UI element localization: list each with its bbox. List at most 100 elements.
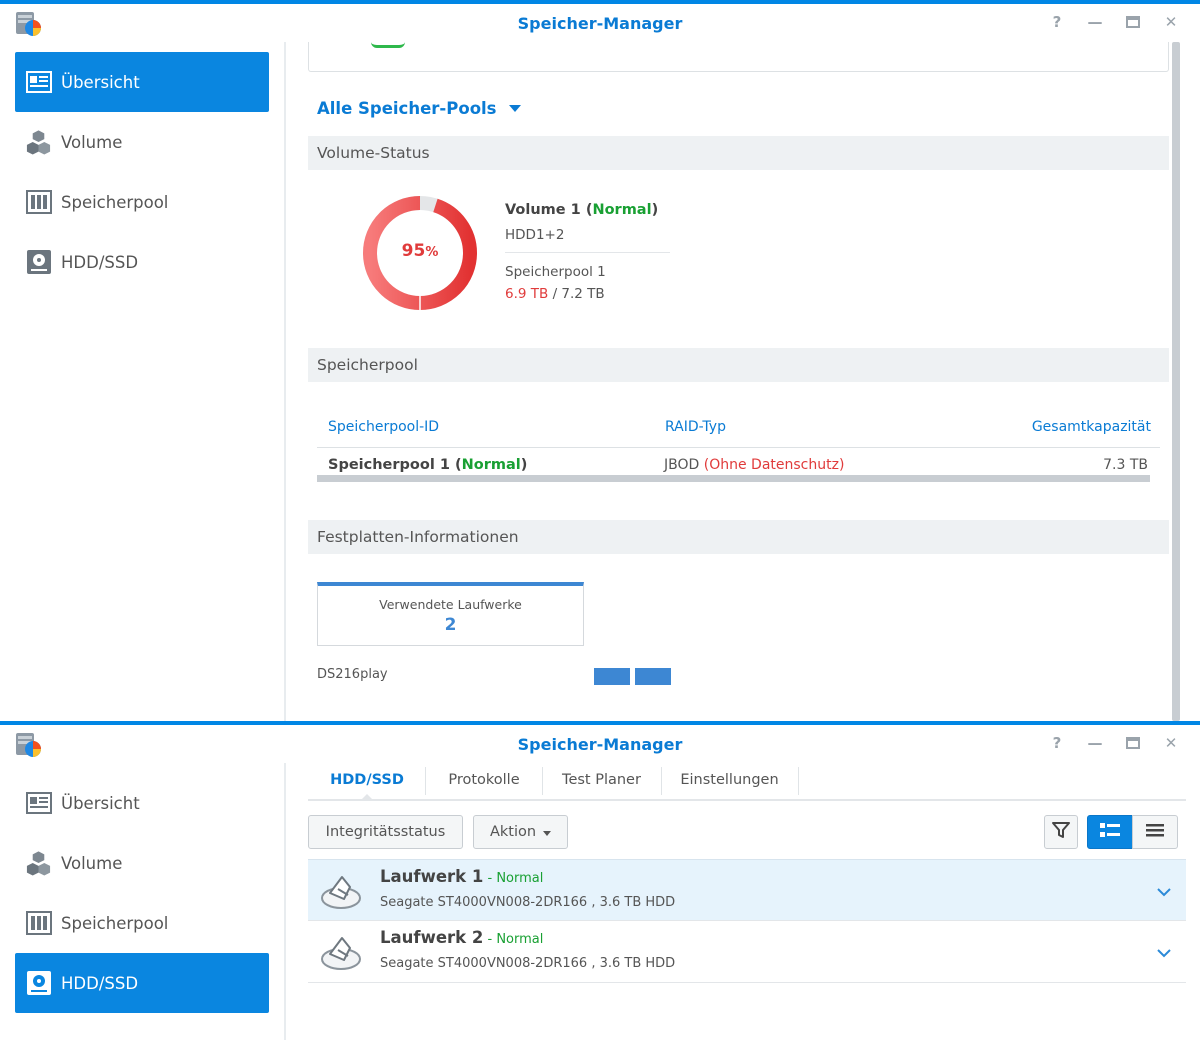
- sidebar-item-hdd-ssd[interactable]: HDD/SSD: [15, 232, 269, 292]
- drive-row-2[interactable]: Laufwerk 2 - Normal Seagate ST4000VN008-…: [308, 921, 1186, 983]
- volume-cubes-icon: [25, 850, 52, 877]
- sidebar-item-volume[interactable]: Volume: [15, 833, 269, 893]
- usage-percent: 95%: [401, 241, 439, 261]
- storage-manager-window-hdd: Speicher-Manager ? — ✕ Übersicht Volume: [0, 721, 1200, 1040]
- tab-logs[interactable]: Protokolle: [426, 763, 542, 797]
- sidebar: Übersicht Volume Speicherpool HDD/SSD: [0, 42, 286, 721]
- used-drives-card: Verwendete Laufwerke 2: [317, 582, 584, 646]
- drive-icon: [320, 871, 362, 915]
- maximize-icon[interactable]: [1124, 13, 1142, 31]
- integrity-status-button[interactable]: Integritätsstatus: [308, 815, 463, 849]
- sidebar-item-overview[interactable]: Übersicht: [15, 773, 269, 833]
- sidebar-item-overview[interactable]: Übersicht: [15, 52, 269, 112]
- health-card-remnant: [308, 42, 1169, 72]
- overview-main: Alle Speicher-Pools Volume-Status 95% Vo…: [288, 42, 1200, 721]
- drive-bay-1[interactable]: [594, 668, 630, 685]
- table-divider: [317, 447, 1160, 448]
- pool-filter-dropdown[interactable]: Alle Speicher-Pools: [317, 99, 521, 118]
- caret-down-icon: [508, 105, 521, 112]
- sidebar-item-label: Übersicht: [61, 793, 140, 813]
- view-list-toggle[interactable]: [1132, 815, 1178, 849]
- pool-row-name: Speicherpool 1 (Normal): [328, 457, 528, 473]
- sidebar-item-label: Übersicht: [61, 72, 140, 92]
- sidebar-item-label: Volume: [61, 132, 123, 152]
- maximize-icon[interactable]: [1124, 734, 1142, 752]
- overview-icon: [25, 790, 52, 817]
- storage-pool-header: Speicherpool: [308, 348, 1169, 382]
- sidebar: Übersicht Volume Speicherpool HDD/SSD: [0, 763, 286, 1040]
- sidebar-item-volume[interactable]: Volume: [15, 112, 269, 172]
- tab-separator: [798, 767, 799, 795]
- window-title: Speicher-Manager: [517, 735, 683, 754]
- tab-settings[interactable]: Einstellungen: [661, 763, 798, 797]
- filter-icon: [1051, 820, 1071, 844]
- chevron-down-icon[interactable]: [1156, 882, 1172, 901]
- sidebar-item-label: Speicherpool: [61, 192, 169, 212]
- tab-hdd-ssd[interactable]: HDD/SSD: [308, 763, 426, 797]
- volume-state: Normal: [592, 202, 652, 218]
- scrollbar[interactable]: [1172, 42, 1180, 721]
- volume-used: 6.9 TB: [505, 286, 549, 302]
- sidebar-item-label: Speicherpool: [61, 913, 169, 933]
- sidebar-item-label: HDD/SSD: [61, 973, 139, 993]
- storage-pool-icon: [25, 189, 52, 216]
- health-indicator-arc: [371, 42, 405, 48]
- window-title: Speicher-Manager: [517, 14, 683, 33]
- drive-name: Laufwerk 2 - Normal: [380, 928, 544, 947]
- hdd-icon: [25, 970, 52, 997]
- drive-icon: [320, 932, 362, 976]
- minimize-icon[interactable]: —: [1086, 13, 1104, 31]
- list-lines-icon: [1145, 822, 1165, 842]
- volume-capacity: 6.9 TB / 7.2 TB: [505, 286, 605, 302]
- pool-row-capacity: 7.3 TB: [1103, 457, 1148, 473]
- tab-test-scheduler[interactable]: Test Planer: [542, 763, 661, 797]
- close-icon[interactable]: ✕: [1162, 13, 1180, 31]
- sidebar-item-label: Volume: [61, 853, 123, 873]
- minimize-icon[interactable]: —: [1086, 734, 1104, 752]
- volume-status-header: Volume-Status: [308, 136, 1169, 170]
- action-dropdown-button[interactable]: Aktion: [473, 815, 568, 849]
- hdd-icon: [25, 249, 52, 276]
- disk-info-header: Festplatten-Informationen: [308, 520, 1169, 554]
- help-icon[interactable]: ?: [1048, 13, 1066, 31]
- title-bar[interactable]: Speicher-Manager ? — ✕: [0, 725, 1200, 763]
- detail-list-icon: [1099, 822, 1121, 842]
- horizontal-scrollbar[interactable]: [317, 475, 1150, 482]
- help-icon[interactable]: ?: [1048, 734, 1066, 752]
- volume-total: 7.2 TB: [561, 286, 605, 302]
- caret-down-icon: [543, 830, 552, 836]
- filter-button[interactable]: [1044, 815, 1078, 849]
- volume-divider: [505, 252, 670, 253]
- chevron-down-icon[interactable]: [1156, 943, 1172, 962]
- storage-pool-icon: [25, 910, 52, 937]
- col-pool-id[interactable]: Speicherpool-ID: [328, 419, 439, 435]
- volume-disks: HDD1+2: [505, 227, 565, 243]
- drive-name: Laufwerk 1 - Normal: [380, 867, 544, 886]
- volume-usage-donut: 95%: [361, 194, 479, 312]
- sidebar-item-storage-pool[interactable]: Speicherpool: [15, 172, 269, 232]
- used-drives-count: 2: [444, 615, 457, 635]
- drive-status: Normal: [496, 871, 544, 886]
- volume-cubes-icon: [25, 129, 52, 156]
- sidebar-item-label: HDD/SSD: [61, 252, 139, 272]
- sidebar-item-storage-pool[interactable]: Speicherpool: [15, 893, 269, 953]
- pool-row-raid: JBOD (Ohne Datenschutz): [664, 457, 845, 473]
- col-raid-type[interactable]: RAID-Typ: [665, 419, 726, 435]
- overview-icon: [25, 69, 52, 96]
- drive-description: Seagate ST4000VN008-2DR166 , 3.6 TB HDD: [380, 895, 676, 910]
- sidebar-item-hdd-ssd[interactable]: HDD/SSD: [15, 953, 269, 1013]
- tab-bar: HDD/SSD Protokolle Test Planer Einstellu…: [308, 763, 1186, 801]
- close-icon[interactable]: ✕: [1162, 734, 1180, 752]
- used-drives-label: Verwendete Laufwerke: [379, 597, 522, 612]
- pool-filter-label: Alle Speicher-Pools: [317, 99, 497, 118]
- drive-row-1[interactable]: Laufwerk 1 - Normal Seagate ST4000VN008-…: [308, 859, 1186, 921]
- view-detail-toggle[interactable]: [1087, 815, 1133, 849]
- volume-title: Volume 1 (Normal): [505, 202, 659, 218]
- active-tab-pointer: [360, 794, 374, 801]
- drive-bay-2[interactable]: [635, 668, 671, 685]
- volume-pool: Speicherpool 1: [505, 264, 606, 280]
- device-name: DS216play: [317, 667, 388, 682]
- title-bar[interactable]: Speicher-Manager ? — ✕: [0, 4, 1200, 42]
- hdd-main: HDD/SSD Protokolle Test Planer Einstellu…: [288, 763, 1200, 1040]
- col-capacity[interactable]: Gesamtkapazität: [1032, 419, 1151, 435]
